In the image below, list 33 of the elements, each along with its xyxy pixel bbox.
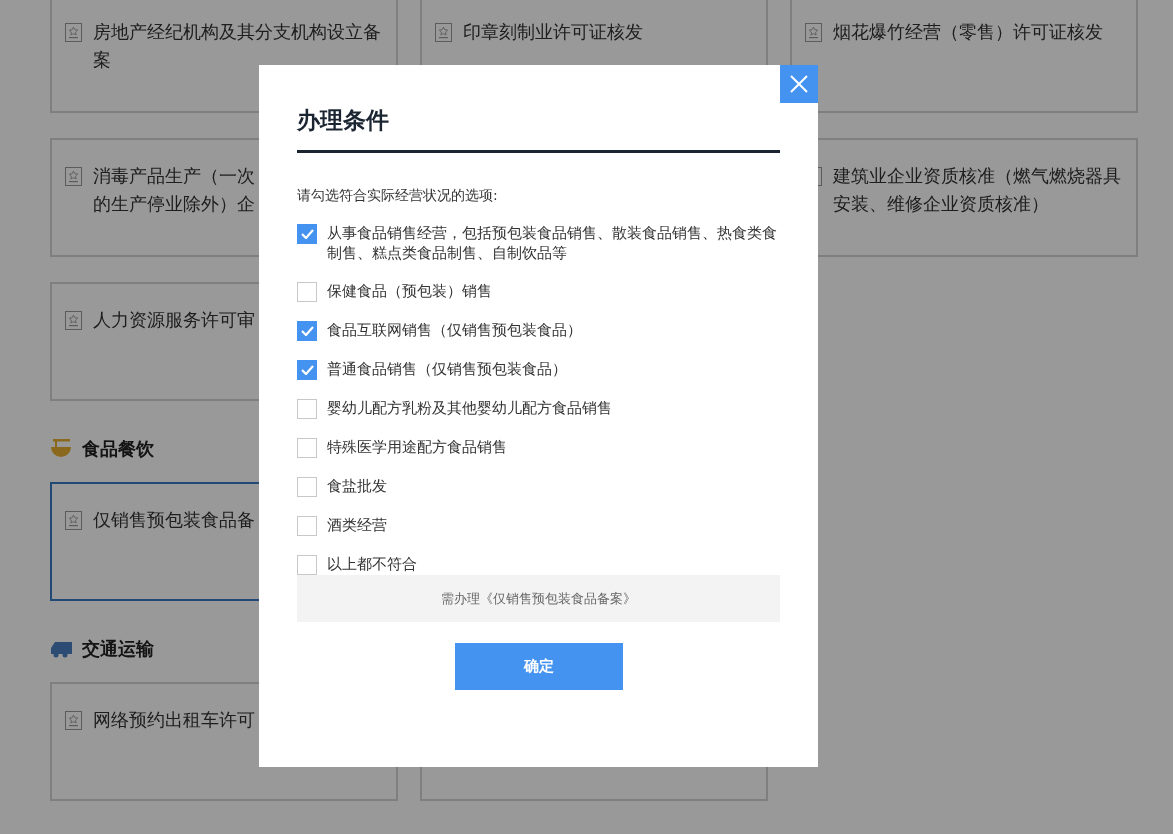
notice-text: 需办理《仅销售预包装食品备案》 (297, 575, 780, 622)
service-title: 消毒产品生产（一次的生产停业除外）企 (93, 164, 256, 216)
checkbox[interactable] (297, 438, 317, 458)
service-title: 烟花爆竹经营（零售）许可证核发 (833, 20, 1104, 44)
bowl-icon (50, 439, 72, 459)
service-title: 人力资源服务许可审 (93, 308, 256, 332)
checkbox[interactable] (297, 224, 317, 244)
service-title: 印章刻制业许可证核发 (463, 20, 644, 44)
checkbox[interactable] (297, 399, 317, 419)
section-title: 交通运输 (82, 637, 154, 661)
service-title: 仅销售预包装食品备 (93, 508, 256, 532)
confirm-button[interactable]: 确定 (454, 643, 623, 690)
checkbox[interactable] (297, 477, 317, 497)
checkbox[interactable] (297, 360, 317, 380)
check-icon (300, 326, 314, 336)
check-icon (300, 365, 314, 375)
check-icon (300, 229, 314, 239)
service-title: 房地产经纪机构及其分支机构设立备案 (93, 20, 382, 72)
option-label: 酒类经营 (327, 515, 387, 535)
truck-icon (50, 640, 72, 658)
section-title: 食品餐饮 (82, 437, 154, 461)
service-title: 建筑业企业资质核准（燃气燃烧器具安装、维修企业资质核准） (833, 164, 1122, 216)
checkbox[interactable] (297, 321, 317, 341)
checkbox[interactable] (297, 516, 317, 536)
service-card[interactable]: 烟花爆竹经营（零售）许可证核发 (790, 0, 1138, 113)
service-title: 网络预约出租车许可 (93, 708, 256, 732)
dialog-title: 办理条件 (297, 105, 780, 153)
close-button[interactable] (780, 65, 818, 103)
option-label: 特殊医学用途配方食品销售 (327, 437, 507, 457)
checkbox[interactable] (297, 555, 317, 575)
close-icon (789, 74, 809, 94)
checkbox[interactable] (297, 282, 317, 302)
option-label: 婴幼儿配方乳粉及其他婴幼儿配方食品销售 (327, 398, 612, 418)
